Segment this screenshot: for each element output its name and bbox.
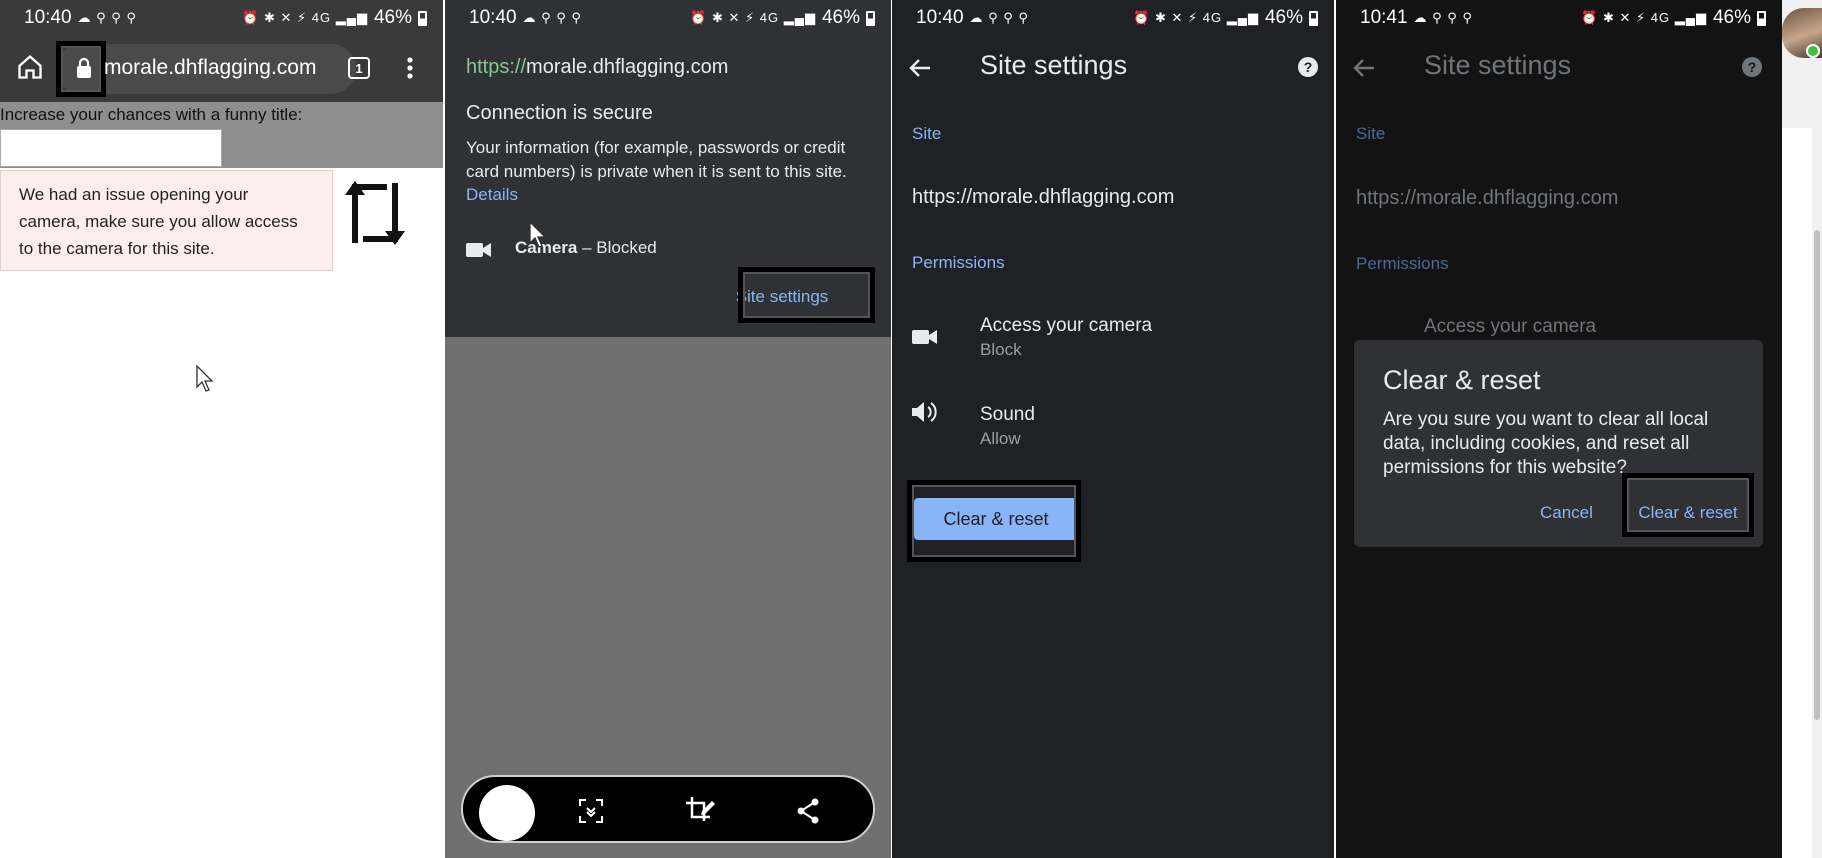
title-input-label: Increase your chances with a funny title… — [0, 105, 303, 124]
desktop-edge — [1782, 0, 1822, 858]
status-bar: 10:40 ☁ ⚲ ⚲ ⚲ ⏰ ✱ ✕ ⚡ 4G ▂▄▆ 46% — [0, 0, 443, 36]
videocam-icon — [912, 326, 938, 348]
screenshot-panel-site-settings: 10:40 ☁ ⚲ ⚲ ⚲ ⏰ ✱ ✕ ⚡ 4G ▂▄▆ 46% Site se… — [892, 0, 1334, 858]
dialog-message: Are you sure you want to clear all local… — [1383, 409, 1709, 478]
details-link[interactable]: Details — [466, 185, 518, 205]
url-text[interactable]: morale.dhflagging.com — [104, 56, 316, 80]
site-url: https://morale.dhflagging.com — [466, 56, 728, 79]
camera-permission-title: Access your camera — [1424, 316, 1597, 337]
page-title: Site settings — [980, 50, 1128, 80]
system-icons: ⏰ ✱ ✕ ⚡ 4G ▂▄▆ — [690, 10, 816, 25]
screenshot-panel-reset-dialog: 10:41 ☁ ⚲ ⚲ ⚲ ⏰ ✱ ✕ ⚡ 4G ▂▄▆ 46% Site se… — [1336, 0, 1782, 858]
sound-permission-title[interactable]: Sound — [980, 404, 1035, 426]
notification-icons: ☁ ⚲ ⚲ ⚲ — [1413, 10, 1473, 25]
url-host: morale.dhflagging.com — [526, 56, 729, 78]
screenshot-scroll-icon[interactable] — [577, 797, 605, 825]
status-bar: 10:40 ☁ ⚲ ⚲ ⚲ ⏰ ✱ ✕ ⚡ 4G ▂▄▆ 46% — [445, 0, 891, 36]
battery-icon — [1309, 10, 1318, 26]
battery-level: 46% — [821, 7, 860, 28]
screenshot-panel-connection-info: 10:40 ☁ ⚲ ⚲ ⚲ ⏰ ✱ ✕ ⚡ 4G ▂▄▆ 46% https:/… — [445, 0, 891, 858]
site-section-header: Site — [912, 124, 942, 143]
camera-permission-title[interactable]: Access your camera — [980, 315, 1152, 337]
clock: 10:41 — [1360, 7, 1408, 28]
battery-level: 46% — [1712, 7, 1751, 28]
battery-level: 46% — [1264, 7, 1303, 28]
back-arrow-icon[interactable] — [904, 52, 936, 84]
connection-secure-title: Connection is secure — [466, 102, 653, 124]
more-vert-icon[interactable] — [396, 54, 424, 82]
back-arrow-icon — [1348, 52, 1380, 84]
help-icon: ? — [1739, 54, 1765, 80]
browser-toolbar: morale.dhflagging.com 1 — [0, 36, 443, 102]
system-icons: ⏰ ✱ ✕ ⚡ 4G ▂▄▆ — [242, 10, 368, 25]
notification-icons: ☁ ⚲ ⚲ ⚲ — [969, 10, 1029, 25]
permissions-section-header: Permissions — [912, 253, 1005, 272]
screenshot-panel-webpage: 10:40 ☁ ⚲ ⚲ ⚲ ⏰ ✱ ✕ ⚡ 4G ▂▄▆ 46% morale.… — [0, 0, 443, 858]
site-url: https://morale.dhflagging.com — [912, 186, 1175, 208]
camera-error-message: We had an issue opening your camera, mak… — [0, 170, 333, 271]
clock: 10:40 — [916, 7, 964, 28]
tab-switcher-icon[interactable]: 1 — [348, 57, 370, 79]
battery-level: 46% — [373, 7, 412, 28]
help-icon[interactable]: ? — [1295, 54, 1321, 80]
svg-text:?: ? — [1304, 59, 1313, 75]
highlight-confirm — [1622, 473, 1754, 537]
mouse-cursor — [528, 220, 548, 250]
url-scheme: https:// — [466, 56, 527, 78]
connection-info-text: Your information (for example, passwords… — [466, 138, 847, 181]
svg-text:?: ? — [1748, 59, 1757, 75]
highlight-clear-reset — [907, 480, 1081, 562]
volume-icon — [910, 399, 938, 425]
notification-icons: ☁ ⚲ ⚲ ⚲ — [522, 10, 582, 25]
sound-permission-value: Allow — [980, 429, 1021, 448]
page-title: Site settings — [1424, 50, 1572, 80]
highlight-site-settings — [738, 267, 875, 323]
home-icon[interactable] — [14, 51, 46, 83]
clear-reset-dialog: Clear & reset Are you sure you want to c… — [1354, 340, 1763, 547]
permissions-section-header: Permissions — [1356, 254, 1449, 273]
status-bar: 10:40 ☁ ⚲ ⚲ ⚲ ⏰ ✱ ✕ ⚡ 4G ▂▄▆ 46% — [892, 0, 1334, 36]
rotate-icon[interactable] — [340, 176, 410, 250]
clock: 10:40 — [469, 7, 517, 28]
status-bar: 10:41 ☁ ⚲ ⚲ ⚲ ⏰ ✱ ✕ ⚡ 4G ▂▄▆ 46% — [1336, 0, 1782, 36]
scrollbar[interactable] — [1814, 230, 1820, 720]
online-status-icon — [1806, 44, 1820, 58]
mouse-cursor — [195, 364, 215, 394]
highlight-lock — [56, 41, 106, 97]
dialog-title: Clear & reset — [1383, 365, 1541, 395]
battery-icon — [418, 10, 427, 26]
notification-icons: ☁ ⚲ ⚲ ⚲ — [77, 10, 137, 25]
background-window — [1782, 128, 1812, 858]
camera-status: – Blocked — [577, 238, 657, 257]
title-input[interactable] — [0, 129, 222, 167]
capture-button[interactable] — [479, 785, 535, 841]
videocam-icon — [466, 240, 492, 260]
screenshot-toolbar — [461, 775, 875, 843]
system-icons: ⏰ ✱ ✕ ⚡ 4G ▂▄▆ — [1133, 10, 1259, 25]
site-url: https://morale.dhflagging.com — [1356, 187, 1619, 209]
crop-edit-icon[interactable] — [685, 796, 717, 826]
system-icons: ⏰ ✱ ✕ ⚡ 4G ▂▄▆ — [1581, 10, 1707, 25]
clock: 10:40 — [24, 7, 72, 28]
cancel-button[interactable]: Cancel — [1540, 503, 1593, 523]
share-icon[interactable] — [794, 797, 822, 825]
battery-icon — [1757, 10, 1766, 26]
battery-icon — [866, 10, 875, 26]
site-section-header: Site — [1356, 124, 1386, 143]
camera-permission-value: Block — [980, 340, 1022, 359]
